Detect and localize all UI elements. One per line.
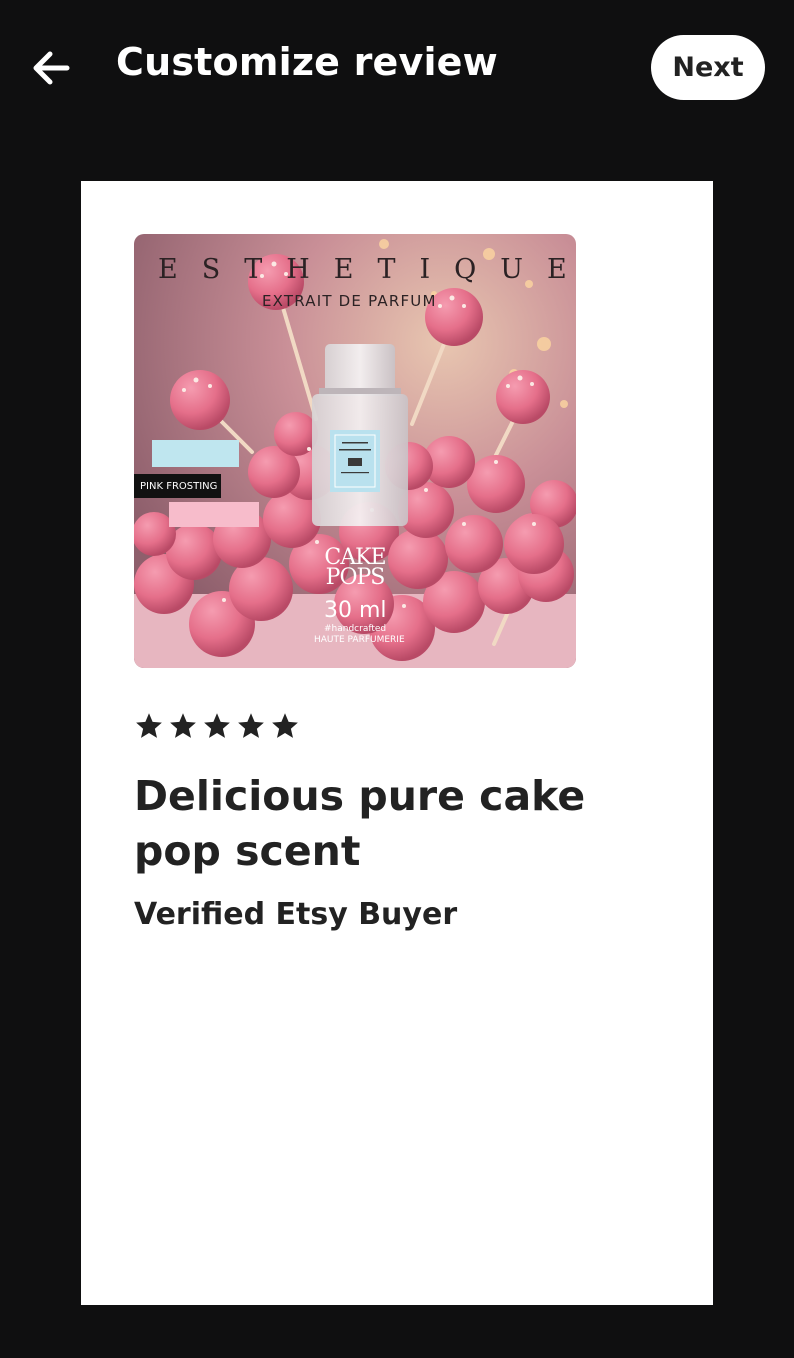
photo-product-line2: POPS <box>325 565 386 590</box>
review-preview-card: ESTHETIQUE EXTRAIT DE PARFUM PINK FROSTI… <box>81 181 713 1305</box>
photo-volume-text: 30 ml <box>324 598 387 623</box>
photo-tag-black: PINK FROSTING <box>134 474 221 498</box>
arrow-left-icon <box>33 51 70 85</box>
top-bar: Customize review Next <box>0 0 794 140</box>
star-rating <box>134 711 300 741</box>
back-button[interactable] <box>28 46 74 90</box>
review-photo[interactable]: ESTHETIQUE EXTRAIT DE PARFUM PINK FROSTI… <box>134 234 576 668</box>
photo-product-name: CAKE POPS <box>320 547 390 590</box>
photo-brand-text: ESTHETIQUE <box>158 254 576 285</box>
star-icon <box>238 713 264 738</box>
photo-small-text-1: #handcrafted <box>324 624 387 634</box>
reviewer-name: Verified Etsy Buyer <box>134 897 458 932</box>
star-icon <box>136 713 162 738</box>
next-button[interactable]: Next <box>651 35 765 100</box>
star-icon <box>204 713 230 738</box>
photo-tag-pink <box>169 502 259 527</box>
photo-tag-blue <box>152 440 239 467</box>
review-title: Delicious pure cake pop scent <box>134 772 586 875</box>
star-icon <box>170 713 196 738</box>
star-icon <box>272 713 298 738</box>
photo-small-text-2: HAUTE PARFUMERIE <box>314 635 405 645</box>
photo-subtitle-text: EXTRAIT DE PARFUM <box>262 292 437 310</box>
page-title: Customize review <box>116 40 498 84</box>
